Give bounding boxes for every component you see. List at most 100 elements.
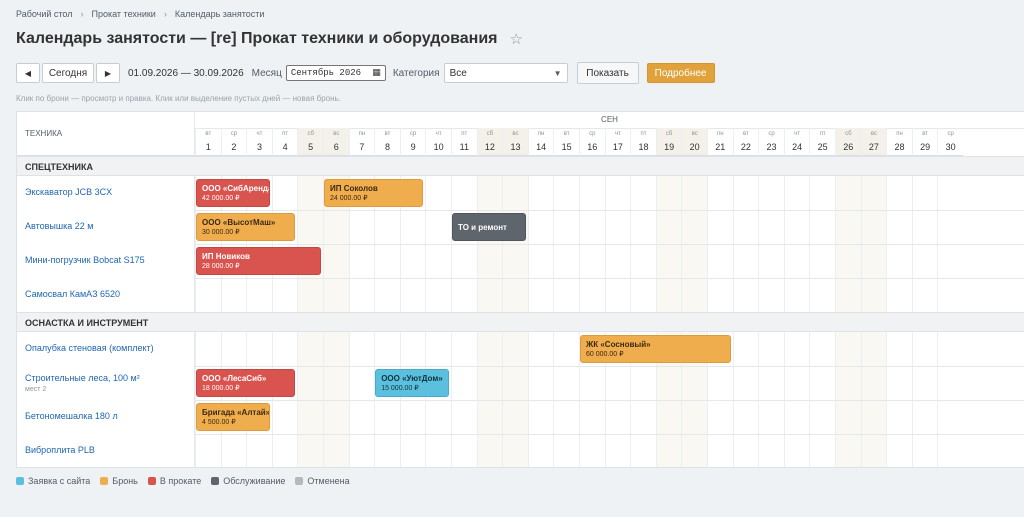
booking-title: ООО «ВысотМаш» [202, 218, 276, 227]
day-number: 26 [843, 142, 854, 152]
booking-title: ИП Соколов [330, 184, 378, 193]
day-number: 7 [359, 142, 365, 152]
calendar-icon[interactable]: ▦ [372, 68, 381, 78]
breadcrumb-separator-icon: › [163, 9, 167, 19]
legend-item: В прокате [147, 476, 201, 486]
booking-amount: 42 000.00 ₽ [202, 195, 240, 202]
legend-item: Обслуживание [211, 476, 285, 486]
day-number: 5 [308, 142, 314, 152]
more-button[interactable]: Подробнее [646, 63, 715, 83]
legend-swatch [100, 477, 109, 485]
day-number: 10 [433, 142, 444, 152]
day-number: 15 [561, 142, 572, 152]
resource-link[interactable]: Опалубка стеновая (комплект) [25, 343, 154, 353]
legend: Заявка с сайта Бронь В прокате Обслуживание… [16, 476, 360, 486]
category-select[interactable]: Все ▼ [443, 63, 568, 83]
day-header-18: пт 18 [630, 128, 656, 156]
day-number: 24 [792, 142, 803, 152]
day-number: 11 [459, 142, 469, 152]
booking-title: ООО «СибАренда» [202, 184, 270, 193]
legend-swatch [147, 477, 156, 485]
resource-link[interactable]: Самосвал КамАЗ 6520 [25, 289, 120, 299]
resource-link[interactable]: Бетономешалка 180 л [25, 411, 118, 421]
today-button[interactable]: Сегодня [42, 63, 94, 83]
legend-item: Бронь [100, 476, 138, 486]
booking-block[interactable]: ООО «ЛесаСиб» 18 000.00 ₽ [196, 369, 296, 397]
day-of-week: пн [537, 131, 545, 137]
breadcrumb-item-rental[interactable]: Прокат техники [92, 9, 156, 19]
resource-row-label: Опалубка стеновая (комплект) [17, 332, 195, 366]
star-icon[interactable]: ☆ [510, 30, 523, 48]
booking-block[interactable]: ИП Новиков 28 000.00 ₽ [196, 247, 321, 275]
day-of-week: пн [717, 131, 724, 137]
month-value: Сентябрь 2026 [290, 68, 362, 78]
day-number: 14 [536, 142, 547, 152]
next-month-button[interactable]: ▶ [96, 63, 120, 83]
resource-link[interactable]: Автовышка 22 м [25, 221, 93, 231]
month-input[interactable]: Сентябрь 2026 ▦ [285, 65, 386, 81]
show-button[interactable]: Показать [576, 62, 639, 84]
day-of-week: ср [589, 131, 596, 137]
day-of-week: сб [845, 131, 852, 137]
resource-row-label: Виброплита PLB [17, 434, 195, 467]
day-header-10: чт 10 [425, 128, 451, 156]
category-label: Категория [392, 67, 440, 79]
prev-month-button[interactable]: ◀ [16, 63, 40, 83]
booking-amount: 30 000.00 ₽ [202, 229, 240, 236]
resource-row-label: Бетономешалка 180 л [17, 400, 195, 434]
resource-link[interactable]: Строительные леса, 100 м² [25, 373, 140, 383]
booking-block[interactable]: Бригада «Алтай» 4 500.00 ₽ [196, 403, 270, 431]
group-title: ОСНАСТКА И ИНСТРУМЕНТ [25, 318, 149, 328]
day-header-29: вт 29 [911, 128, 938, 156]
day-number: 27 [868, 142, 879, 152]
day-number: 22 [740, 142, 751, 152]
booking-title: ЖК «Сосновый» [586, 340, 651, 349]
category-value: Все [449, 67, 467, 79]
legend-swatch [16, 477, 24, 485]
booking-block[interactable]: ООО «СибАренда» 42 000.00 ₽ [196, 179, 270, 207]
day-header-15: вт 15 [553, 128, 579, 156]
group-row: ОСНАСТКА И ИНСТРУМЕНТ [17, 312, 1024, 332]
day-number: 28 [894, 142, 905, 152]
day-number: 18 [638, 142, 649, 152]
booking-block[interactable]: ЖК «Сосновый» 60 000.00 ₽ [580, 335, 731, 363]
arrow-left-icon: ◀ [24, 68, 32, 78]
day-header-22: вт 22 [732, 128, 759, 156]
resource-link[interactable]: Экскаватор JCB 3CX [25, 187, 112, 197]
day-header-26: сб 26 [835, 128, 861, 156]
day-header-20: вс 20 [681, 128, 707, 156]
booking-block[interactable]: ТО и ремонт [452, 213, 526, 241]
day-number: 9 [410, 142, 416, 152]
legend-swatch [295, 477, 304, 485]
resource-link[interactable]: Виброплита PLB [25, 445, 95, 455]
day-of-week: пт [282, 131, 289, 137]
title-row: Календарь занятости — [re] Прокат техник… [16, 30, 523, 48]
group-title: СПЕЦТЕХНИКА [25, 162, 94, 172]
day-of-week: вт [922, 131, 928, 137]
day-of-week: вс [512, 131, 519, 137]
arrow-right-icon: ▶ [104, 68, 112, 78]
booking-block[interactable]: ИП Соколов 24 000.00 ₽ [324, 179, 424, 207]
day-header-1: вт 1 [195, 128, 221, 156]
booking-amount: 15 000.00 ₽ [381, 385, 419, 392]
day-number: 23 [766, 142, 777, 152]
booking-amount: 60 000.00 ₽ [586, 351, 624, 358]
breadcrumb-item-desktop[interactable]: Рабочий стол [16, 9, 73, 19]
resource-subtext: мест 2 [25, 386, 47, 393]
resource-row-label: Строительные леса, 100 м² мест 2 [17, 366, 195, 400]
day-header-9: ср 9 [399, 128, 426, 156]
day-number: 16 [587, 142, 598, 152]
day-header-24: чт 24 [783, 128, 810, 156]
day-number: 25 [817, 142, 828, 152]
day-header-4: пт 4 [271, 128, 298, 156]
day-number: 2 [231, 142, 237, 152]
day-header-27: вс 27 [860, 128, 887, 156]
resource-link[interactable]: Мини-погрузчик Bobcat S175 [25, 255, 145, 265]
day-of-week: чт [614, 131, 621, 137]
day-number: 21 [715, 142, 726, 152]
day-number: 20 [689, 142, 700, 152]
booking-block[interactable]: ООО «ВысотМаш» 30 000.00 ₽ [196, 213, 296, 241]
booking-title: ООО «ЛесаСиб» [202, 374, 267, 383]
booking-block[interactable]: ООО «УютДом» 15 000.00 ₽ [375, 369, 449, 397]
resource-row-label: Экскаватор JCB 3CX [17, 176, 195, 210]
